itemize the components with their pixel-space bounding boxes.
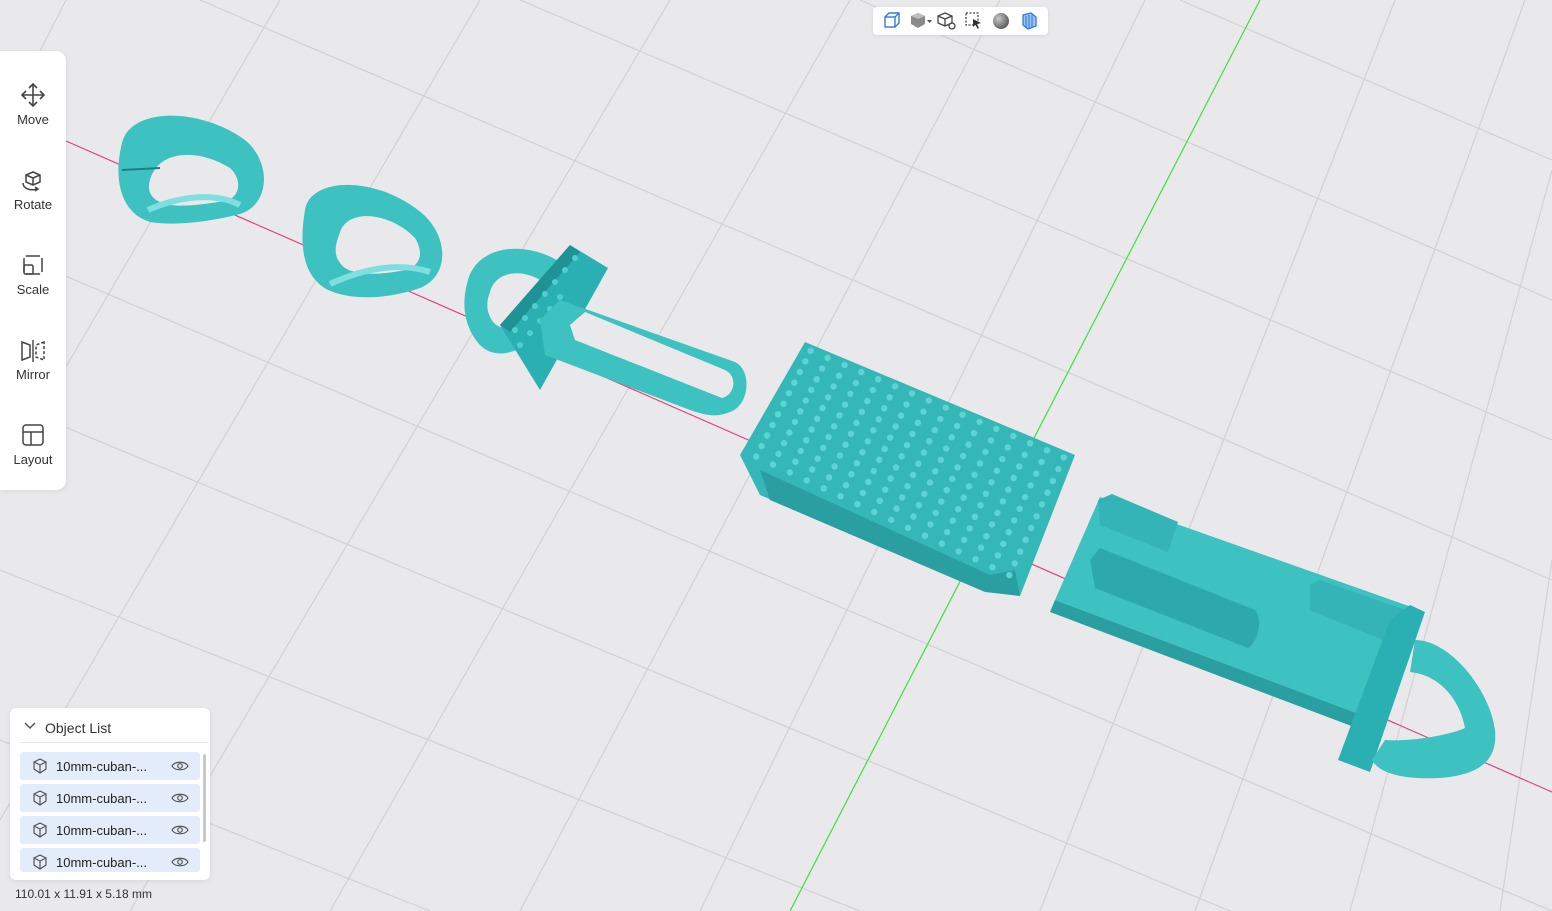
object-list-item[interactable]: 10mm-cuban-... xyxy=(20,816,200,844)
object-list-title: Object List xyxy=(45,720,112,736)
object-name: 10mm-cuban-... xyxy=(56,855,148,870)
move-tool-button[interactable]: Move xyxy=(0,69,66,139)
mirror-label: Mirror xyxy=(16,367,50,382)
object-list-item[interactable]: 10mm-cuban-... xyxy=(20,784,200,812)
mirror-icon xyxy=(21,340,45,362)
object-list-item[interactable]: 10mm-cuban-... xyxy=(20,752,200,780)
wireframe-box-icon[interactable] xyxy=(882,11,902,31)
select-cursor-icon[interactable] xyxy=(964,11,984,31)
object-list-panel: Object List 10mm-cuban-... 10mm-cuban-..… xyxy=(10,708,210,880)
view-mode-toolbar xyxy=(873,7,1048,35)
model-dimensions: 110.01 x 11.91 x 5.18 mm xyxy=(15,887,152,901)
cube-icon xyxy=(33,822,47,838)
view-cube-icon[interactable] xyxy=(937,11,957,31)
x-ray-icon[interactable] xyxy=(1019,11,1039,31)
chain-link-model-1[interactable] xyxy=(118,115,264,224)
eye-icon[interactable] xyxy=(171,792,189,804)
shaded-sphere-icon[interactable] xyxy=(991,11,1011,31)
object-name: 10mm-cuban-... xyxy=(56,823,148,838)
rotate-tool-button[interactable]: Rotate xyxy=(0,154,66,224)
textured-link-block-model[interactable] xyxy=(740,342,1075,596)
chain-link-with-clasp[interactable] xyxy=(464,245,747,416)
layout-icon xyxy=(22,424,44,446)
move-label: Move xyxy=(17,112,49,127)
rotate-label: Rotate xyxy=(13,197,53,212)
scale-tool-button[interactable]: Scale xyxy=(0,239,66,309)
mirror-tool-button[interactable]: Mirror xyxy=(0,324,66,394)
move-icon xyxy=(20,82,46,108)
object-name: 10mm-cuban-... xyxy=(56,759,148,774)
eye-icon[interactable] xyxy=(171,760,189,772)
transform-toolbar: Move Rotate Scale Mirror Layout xyxy=(0,51,66,490)
eye-icon[interactable] xyxy=(171,856,189,868)
divider xyxy=(20,742,208,743)
cube-icon xyxy=(33,790,47,806)
eye-icon[interactable] xyxy=(171,824,189,836)
object-list-scrollbar[interactable] xyxy=(203,754,206,842)
object-list-header[interactable]: Object List xyxy=(10,708,210,744)
scale-icon xyxy=(23,255,43,275)
scale-label: Scale xyxy=(16,282,50,297)
chevron-down-icon xyxy=(24,722,36,730)
layout-tool-button[interactable]: Layout xyxy=(0,409,66,479)
object-name: 10mm-cuban-... xyxy=(56,791,148,806)
layout-label: Layout xyxy=(13,452,53,467)
cube-icon xyxy=(33,854,47,870)
chain-link-model-2[interactable] xyxy=(302,184,443,298)
cube-icon xyxy=(33,758,47,774)
object-list-item[interactable]: 10mm-cuban-... xyxy=(20,848,200,872)
rotate-icon xyxy=(22,171,41,192)
3d-viewport[interactable] xyxy=(0,0,1552,911)
solid-cube-dropdown-icon[interactable] xyxy=(909,11,933,31)
clasp-box-model[interactable] xyxy=(1050,494,1496,779)
